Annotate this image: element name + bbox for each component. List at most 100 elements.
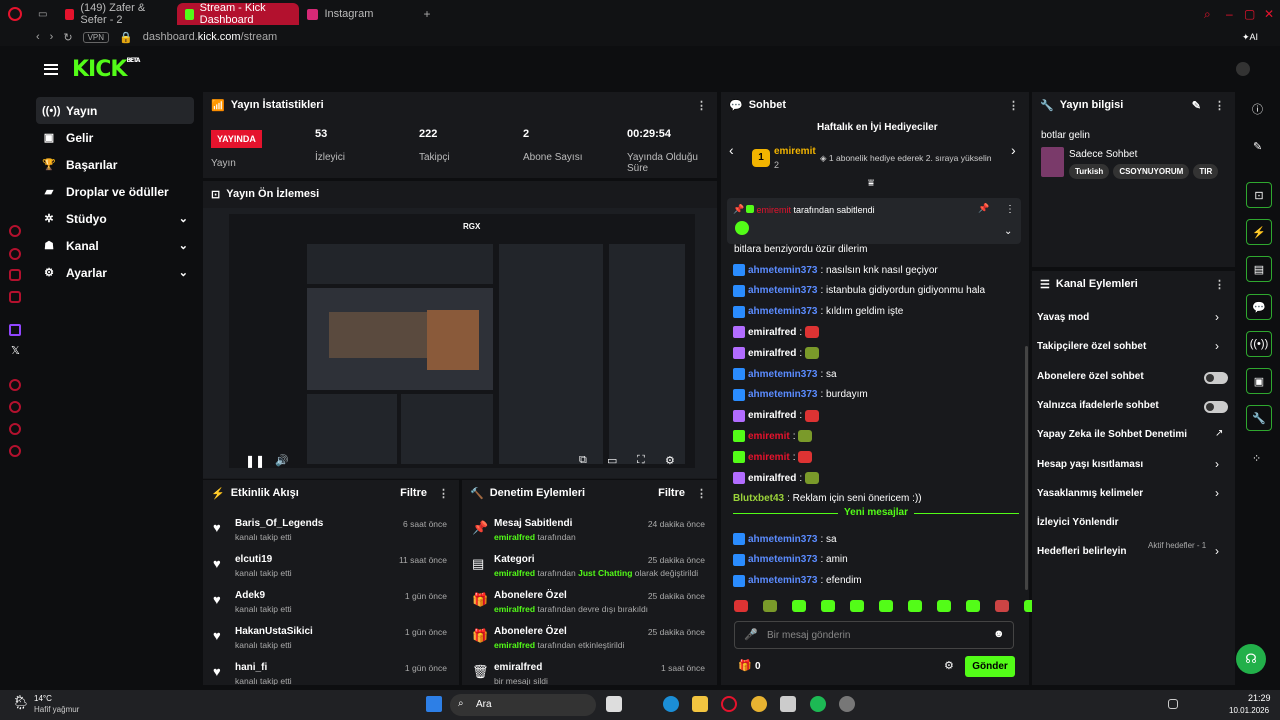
more-icon[interactable]: ⋮	[1214, 278, 1225, 291]
expand-icon[interactable]: ⌄	[1004, 226, 1012, 237]
chat-message[interactable]: ahmetemin373: istanbula gidiyordun gidiy…	[733, 283, 985, 299]
start-icon[interactable]	[426, 696, 442, 712]
chat-message[interactable]: ahmetemin373: efendim	[733, 573, 862, 589]
chat-input[interactable]: 🎤 Bir mesaj gönderin ☻	[734, 621, 1014, 649]
chevron-right-icon[interactable]: ›	[1215, 310, 1219, 324]
chat-scrollbar[interactable]	[1025, 346, 1028, 590]
emote-button[interactable]	[792, 600, 806, 612]
chat-username[interactable]: ahmetemin373	[748, 306, 817, 317]
chat-settings-icon[interactable]: ⚙	[944, 659, 954, 672]
chat-username[interactable]: emiralfred	[748, 473, 796, 484]
edge-icon[interactable]	[663, 696, 679, 712]
nav-item[interactable]: ☗ Kanal ⌄	[36, 232, 194, 259]
store-icon[interactable]	[780, 696, 796, 712]
chevron-down-icon[interactable]: ⌄	[179, 266, 188, 279]
chat-username[interactable]: Blutxbet43	[733, 493, 784, 504]
nav-item[interactable]: ▰ Droplar ve ödüller	[36, 178, 194, 205]
tag-pill[interactable]: CSOYNUYORUM	[1113, 164, 1190, 179]
tab-instagram[interactable]: Instagram	[299, 3, 423, 25]
more-icon[interactable]: ⋮	[696, 99, 707, 112]
tab-kick-dashboard[interactable]: Stream - Kick Dashboard	[177, 2, 300, 26]
theater-icon[interactable]: ▭	[607, 454, 617, 467]
channel-action-label[interactable]: Takipçilere özel sohbet	[1037, 341, 1146, 352]
nav-item[interactable]: ▣ Gelir	[36, 124, 194, 151]
extensions-icon[interactable]	[9, 423, 21, 435]
moderation-row[interactable]: 🎁 Abonelere Özel emiralfred tarafından dev…	[462, 588, 717, 624]
history-icon[interactable]	[9, 379, 21, 391]
emoji-icon[interactable]: ☻	[993, 628, 1005, 640]
broadcast-tool-icon[interactable]: ((•))	[1246, 331, 1272, 357]
nav-item[interactable]: ((•)) Yayın	[36, 97, 194, 124]
chat-username[interactable]: emiralfred	[748, 327, 796, 338]
pencil-icon[interactable]: ✎	[1253, 140, 1262, 153]
emote-button[interactable]	[908, 600, 922, 612]
activity-row[interactable]: ♥ Baris_Of_Legends kanalı takip etti 6 saat…	[203, 516, 459, 552]
reload-icon[interactable]: ↻	[63, 31, 72, 44]
channel-action-label[interactable]: Yasaklanmış kelimeler	[1037, 488, 1143, 499]
chat-username[interactable]: ahmetemin373	[748, 389, 817, 400]
instagram-side-icon[interactable]	[9, 269, 21, 281]
moderation-row[interactable]: 🗑 emiralfred bir mesajı sildi 1 saat önce	[462, 660, 717, 685]
nav-item[interactable]: ⚙ Ayarlar ⌄	[36, 259, 194, 286]
taskbar-search[interactable]: ⌕ Ara	[450, 694, 596, 716]
chat-username[interactable]: ahmetemin373	[748, 285, 817, 296]
nav-item[interactable]: ✲ Stüdyo ⌄	[36, 205, 194, 232]
ai-button[interactable]: ✦AI	[1242, 32, 1258, 43]
url-field[interactable]: dashboard.kick.com/stream	[143, 31, 278, 43]
chat-username[interactable]: ahmetemin373	[748, 575, 817, 586]
task-view-icon[interactable]	[606, 696, 622, 712]
emote-button[interactable]	[763, 600, 777, 612]
minimize-button[interactable]: –	[1226, 7, 1233, 21]
chevron-right-icon[interactable]: ›	[1215, 544, 1219, 558]
channel-action-label[interactable]: Abonelere özel sohbet	[1037, 371, 1144, 382]
toggle-switch[interactable]	[1204, 371, 1228, 384]
channel-action-label[interactable]: Hesap yaşı kısıtlaması	[1037, 459, 1143, 470]
chat-username[interactable]: ahmetemin373	[748, 534, 817, 545]
more-icon[interactable]: ⋮	[1008, 99, 1019, 112]
emote-button[interactable]	[850, 600, 864, 612]
channel-action-label[interactable]: Yavaş mod	[1037, 312, 1089, 323]
chevron-down-icon[interactable]: ⌄	[179, 239, 188, 252]
moderation-row[interactable]: 🎁 Abonelere Özel emiralfred tarafından etk…	[462, 624, 717, 660]
filter-button[interactable]: Filtre	[658, 487, 685, 499]
wrench-tool-icon[interactable]: 🔧	[1246, 405, 1272, 431]
chat-message[interactable]: ahmetemin373: burdayım	[733, 387, 868, 403]
forward-icon[interactable]: ›	[50, 31, 54, 43]
edit-icon[interactable]: ✎	[1192, 99, 1201, 112]
pip-icon[interactable]: ⧉	[579, 454, 587, 467]
tab-youtube[interactable]: (149) Zafer & Sefer - 2	[57, 2, 177, 26]
emote-button[interactable]	[879, 600, 893, 612]
channel-action-label[interactable]: İzleyici Yönlendir	[1037, 517, 1119, 528]
more-icon[interactable]: ⋮	[696, 487, 707, 500]
chat-username[interactable]: ahmetemin373	[748, 265, 817, 276]
x-icon[interactable]: 𝕏	[11, 344, 20, 357]
chat-username[interactable]: emiralfred	[748, 410, 796, 421]
settings-side-icon[interactable]	[9, 445, 21, 457]
more-icon[interactable]: ⋮	[438, 487, 449, 500]
emote-button[interactable]	[734, 600, 748, 612]
chat-message[interactable]: ahmetemin373: amin	[733, 552, 848, 568]
date[interactable]: 10.01.2026	[1229, 706, 1269, 715]
gifter-name[interactable]: emiremit	[774, 146, 816, 157]
chat-username[interactable]: emiremit	[748, 452, 790, 463]
channel-action-label[interactable]: Yalnızca ifadelerle sohbet	[1037, 400, 1159, 411]
chat-username[interactable]: emiremit	[748, 431, 790, 442]
gift-icon[interactable]: 🎁	[738, 659, 752, 672]
search-tabs-icon[interactable]: ⌕	[1204, 7, 1211, 22]
chat-message[interactable]: Blutxbet43: Reklam için seni önericem :)…	[733, 491, 922, 507]
prev-gifter-button[interactable]: ‹	[729, 142, 734, 158]
moderation-row[interactable]: ▤ Kategori emiralfred tarafından Just Chat…	[462, 552, 717, 588]
vpn-badge[interactable]: VPN	[82, 31, 110, 43]
category-name[interactable]: Sadece Sohbet	[1069, 149, 1137, 160]
channel-action-label[interactable]: Yapay Zeka ile Sohbet Denetimi	[1037, 429, 1187, 440]
activity-row[interactable]: ♥ Adek9 kanalı takip etti 1 gün önce	[203, 588, 459, 624]
clipboard-tool-icon[interactable]: ▤	[1246, 256, 1272, 282]
maximize-button[interactable]: ▢	[1244, 7, 1255, 21]
activity-row[interactable]: ♥ HakanUstaSikici kanalı takip etti 1 gün ö…	[203, 624, 459, 660]
pause-icon[interactable]: ❚❚	[245, 454, 265, 468]
filter-chat-icon[interactable]: ⩸	[868, 178, 874, 189]
chevron-right-icon[interactable]: ›	[1215, 339, 1219, 353]
chat-message[interactable]: emiralfred:	[733, 324, 820, 340]
preview-video[interactable]: RGX ❚❚ 🔊 ⧉ ▭ ⛶ ⚙	[203, 208, 717, 478]
filter-button[interactable]: Filtre	[400, 487, 427, 499]
